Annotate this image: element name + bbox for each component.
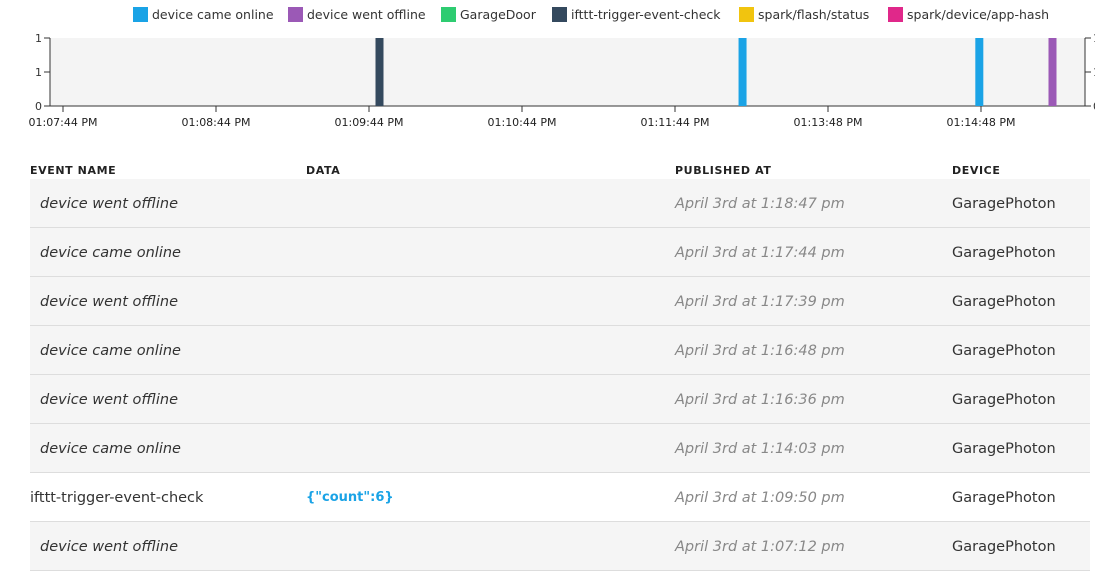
event-bar [375, 38, 384, 106]
legend-label: spark/flash/status [758, 7, 870, 22]
x-tick-label: 01:13:48 PM [793, 116, 862, 129]
x-tick-label: 01:14:48 PM [946, 116, 1015, 129]
x-tick-label: 01:10:44 PM [487, 116, 556, 129]
event-name: device came online [40, 343, 181, 359]
events-table: EVENT NAME DATA PUBLISHED AT DEVICE devi… [30, 160, 1090, 571]
published-at: April 3rd at 1:17:44 pm [675, 245, 845, 261]
header-device[interactable]: DEVICE [952, 164, 1000, 177]
published-at: April 3rd at 1:16:36 pm [675, 392, 845, 408]
device-name: GaragePhoton [952, 196, 1056, 212]
x-tick-label: 01:11:44 PM [640, 116, 709, 129]
legend-label: ifttt-trigger-event-check [571, 7, 721, 22]
plot-area [50, 38, 1085, 106]
published-at: April 3rd at 1:17:39 pm [675, 294, 845, 310]
table-row[interactable]: device went offline April 3rd at 1:17:39… [30, 277, 1090, 326]
legend-item-device-went-offline[interactable]: device went offline [288, 7, 426, 22]
legend-item-spark-flash-status[interactable]: spark/flash/status [739, 7, 869, 22]
header-event-name[interactable]: EVENT NAME [30, 164, 116, 177]
legend-swatch [739, 7, 754, 22]
legend-label: GarageDoor [460, 7, 536, 22]
table-header: EVENT NAME DATA PUBLISHED AT DEVICE [30, 160, 1090, 179]
table-row[interactable]: device went offline April 3rd at 1:07:12… [30, 522, 1090, 571]
legend-swatch [552, 7, 567, 22]
device-name: GaragePhoton [952, 392, 1056, 408]
x-tick-label: 01:08:44 PM [181, 116, 250, 129]
legend-item-device-came-online[interactable]: device came online [133, 7, 274, 22]
legend-item-garagedoor[interactable]: GarageDoor [441, 7, 536, 22]
event-name: ifttt-trigger-event-check [30, 490, 204, 506]
event-name: device came online [40, 441, 181, 457]
legend-item-ifttt-trigger-event-check[interactable]: ifttt-trigger-event-check [552, 7, 721, 22]
published-at: April 3rd at 1:18:47 pm [675, 196, 845, 212]
published-at: April 3rd at 1:14:03 pm [675, 441, 845, 457]
table-row[interactable]: device went offline April 3rd at 1:18:47… [30, 179, 1090, 228]
legend-swatch [888, 7, 903, 22]
event-name: device went offline [40, 196, 179, 212]
event-name: device came online [40, 245, 181, 261]
device-name: GaragePhoton [952, 245, 1056, 261]
table-row[interactable]: device came online April 3rd at 1:16:48 … [30, 326, 1090, 375]
legend-swatch [441, 7, 456, 22]
published-at: April 3rd at 1:09:50 pm [675, 490, 845, 506]
legend-swatch [133, 7, 148, 22]
x-tick-label: 01:09:44 PM [334, 116, 403, 129]
event-bar [975, 38, 984, 106]
y-tick-label-left: 1 [35, 66, 42, 79]
event-name: device went offline [40, 392, 179, 408]
header-published-at[interactable]: PUBLISHED AT [675, 164, 771, 177]
event-name: device went offline [40, 539, 179, 555]
x-tick-label: 01:07:44 PM [28, 116, 97, 129]
published-at: April 3rd at 1:16:48 pm [675, 343, 845, 359]
event-timeline-chart: 01101101:07:44 PM01:08:44 PM01:09:44 PM0… [28, 32, 1095, 129]
legend-label: device came online [152, 7, 274, 22]
legend-label: device went offline [307, 7, 426, 22]
table-row[interactable]: device went offline April 3rd at 1:16:36… [30, 375, 1090, 424]
legend-item-spark-device-app-hash[interactable]: spark/device/app-hash [888, 7, 1049, 22]
published-at: April 3rd at 1:07:12 pm [675, 539, 845, 555]
device-name: GaragePhoton [952, 539, 1056, 555]
legend-label: spark/device/app-hash [907, 7, 1050, 22]
event-data[interactable]: {"count":6} [306, 473, 394, 521]
chart-legend: device came online device went offline G… [0, 7, 1095, 23]
event-name: device went offline [40, 294, 179, 310]
event-bar [1048, 38, 1057, 106]
device-name: GaragePhoton [952, 441, 1056, 457]
table-row[interactable]: ifttt-trigger-event-check {"count":6} Ap… [30, 473, 1090, 522]
y-tick-label-left: 0 [35, 100, 42, 113]
device-name: GaragePhoton [952, 294, 1056, 310]
y-tick-label-left: 1 [35, 32, 42, 45]
table-row[interactable]: device came online April 3rd at 1:14:03 … [30, 424, 1090, 473]
header-data[interactable]: DATA [306, 164, 340, 177]
legend-swatch [288, 7, 303, 22]
device-name: GaragePhoton [952, 343, 1056, 359]
table-row[interactable]: device came online April 3rd at 1:17:44 … [30, 228, 1090, 277]
event-bar [738, 38, 747, 106]
device-name: GaragePhoton [952, 490, 1056, 506]
